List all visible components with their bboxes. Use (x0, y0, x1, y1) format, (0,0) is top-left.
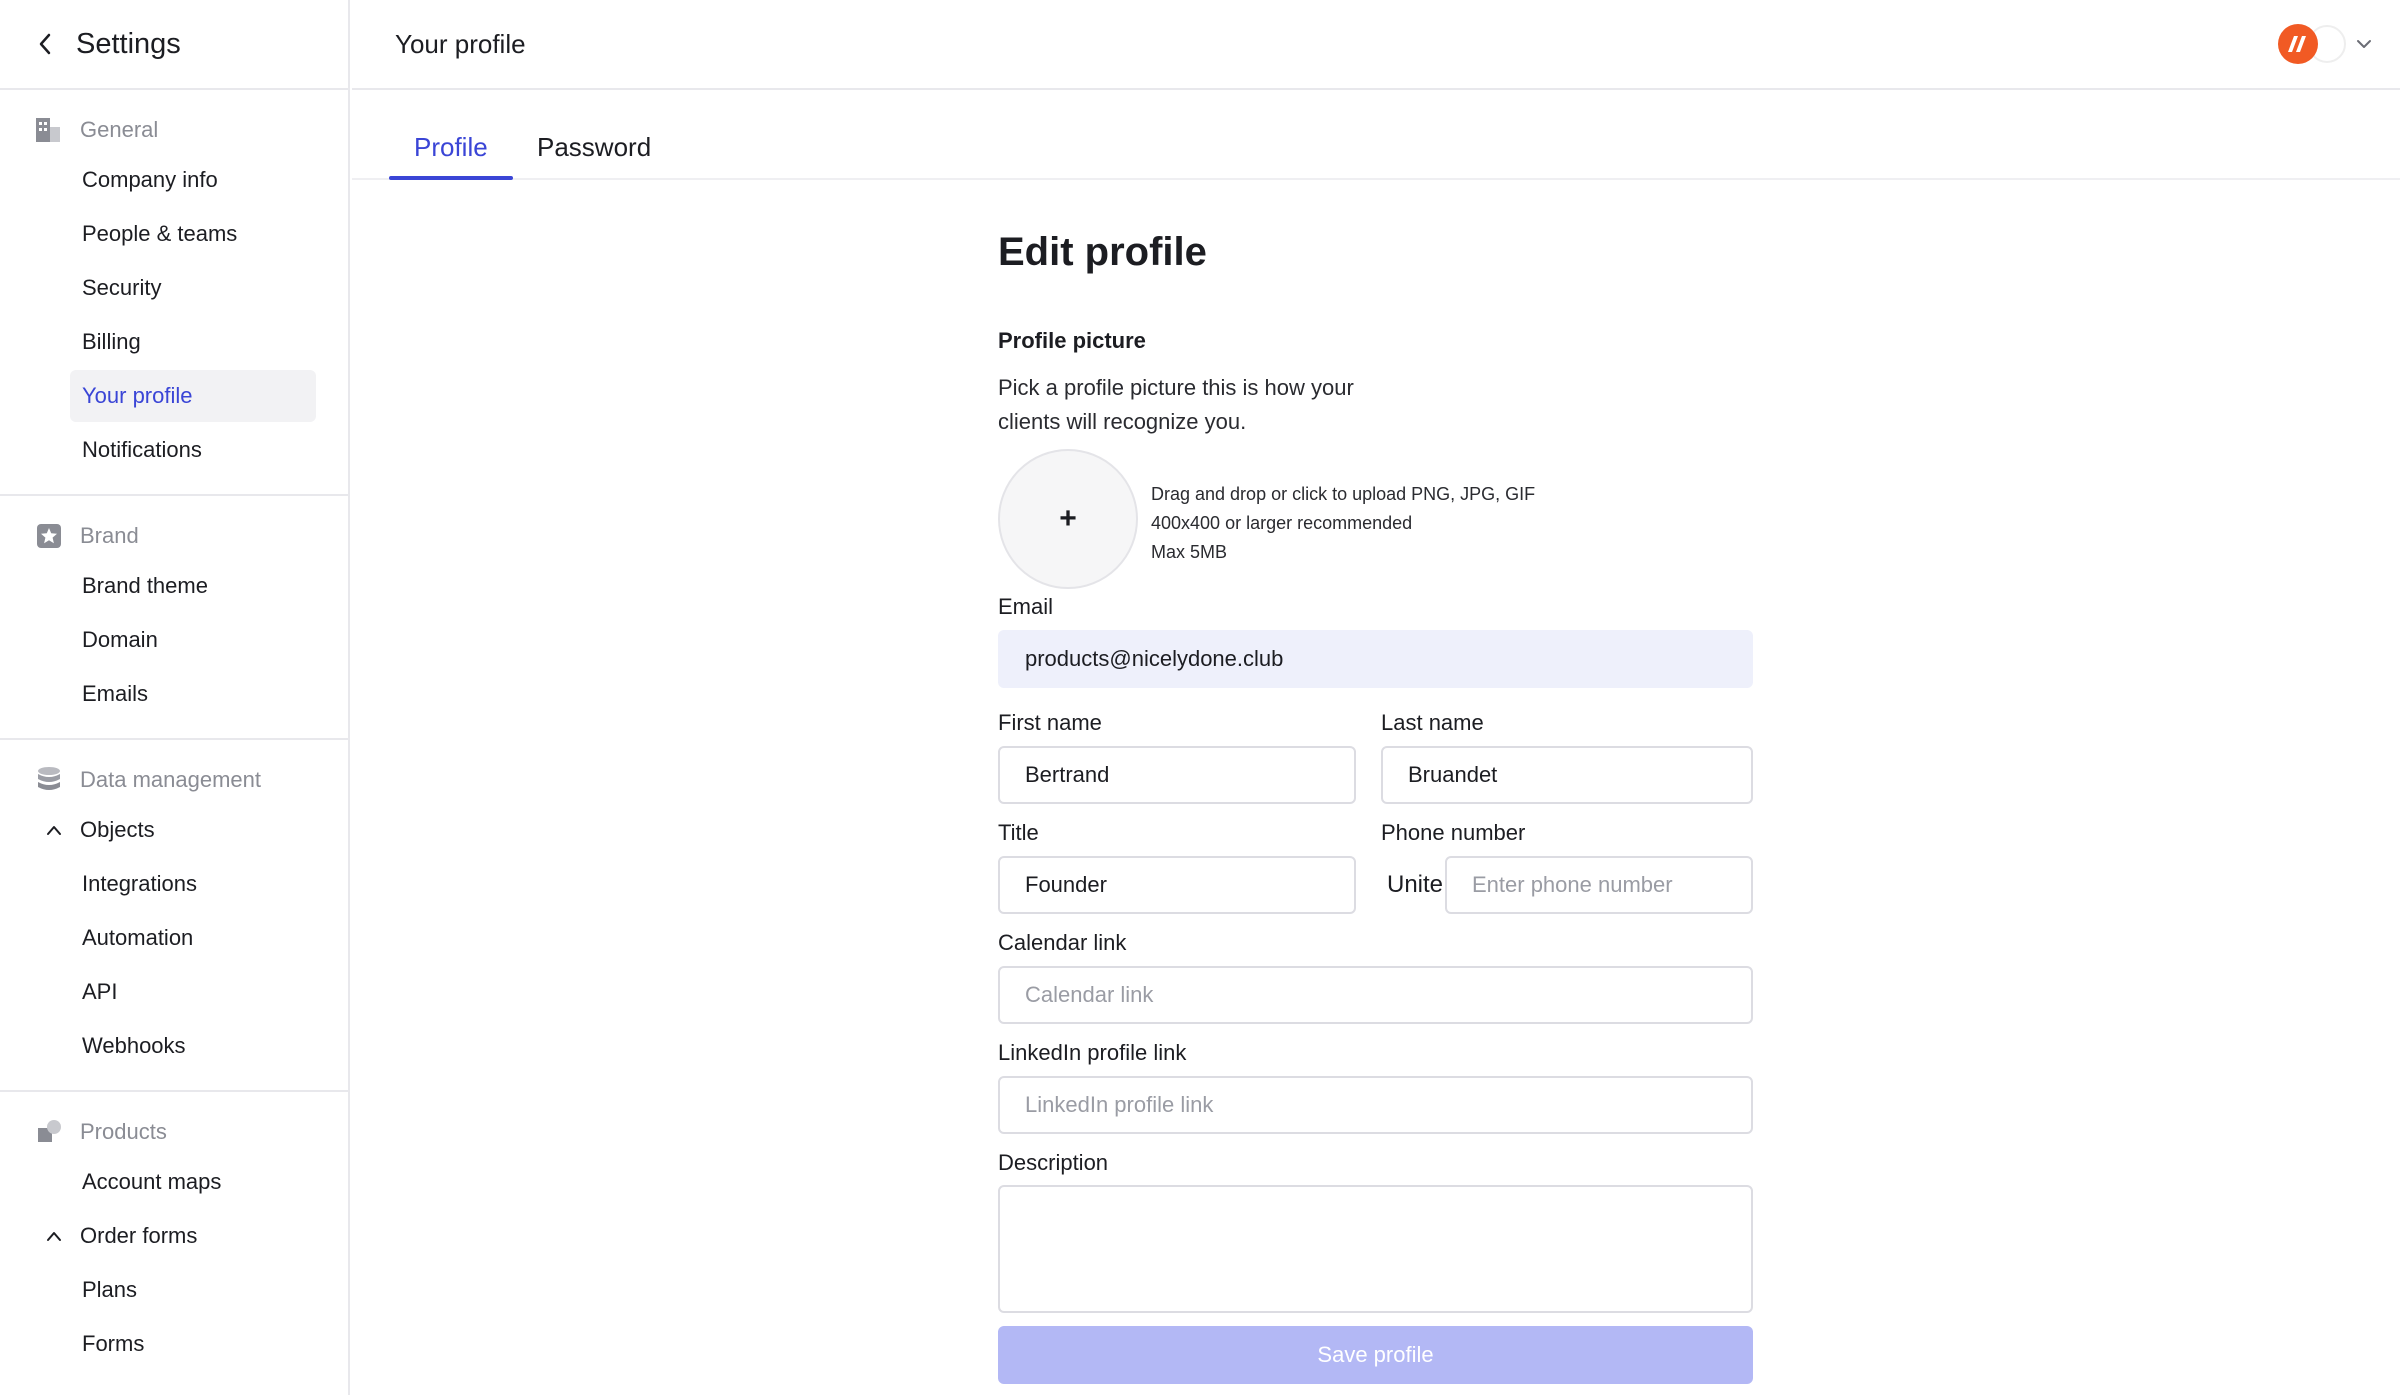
section-header-products: Products (0, 1112, 348, 1152)
plus-icon: + (1059, 502, 1077, 535)
tab-bar: Profile Password (352, 90, 2400, 180)
chevron-down-icon (2352, 32, 2376, 56)
sidebar-item-people-teams[interactable]: People & teams (70, 208, 316, 260)
sidebar-section-general: General Company info People & teams Secu… (0, 90, 348, 496)
title-field[interactable]: Founder (998, 856, 1356, 914)
edit-profile-form: Edit profile Profile picture Pick a prof… (998, 230, 1753, 1384)
company-logo (2278, 24, 2318, 64)
active-tab-indicator (389, 176, 513, 180)
sidebar-item-emails[interactable]: Emails (70, 668, 316, 720)
star-badge-icon (34, 521, 64, 551)
calendar-link-label: Calendar link (998, 930, 1127, 955)
page-title: Your profile (395, 28, 526, 59)
section-header-general: General (0, 110, 348, 150)
sidebar-header: Settings (0, 0, 348, 90)
calendar-link-field[interactable]: Calendar link (998, 966, 1753, 1024)
sidebar-group-label: Objects (80, 817, 155, 842)
last-name-label: Last name (1381, 710, 1484, 735)
user-menu[interactable] (2278, 24, 2376, 64)
building-icon (34, 115, 64, 145)
chevron-left-icon (39, 33, 51, 55)
linkedin-field[interactable]: LinkedIn profile link (998, 1076, 1753, 1134)
chevron-up-icon (40, 1222, 68, 1250)
tab-profile[interactable]: Profile (414, 132, 488, 163)
sidebar-section-data-management: Data management Objects Integrations Aut… (0, 740, 348, 1092)
sidebar-group-order-forms[interactable]: Order forms (40, 1210, 316, 1262)
profile-picture-label: Profile picture (998, 328, 1146, 353)
upload-hint-max: Max 5MB (1151, 542, 1228, 562)
sidebar-group-objects[interactable]: Objects (40, 804, 316, 856)
upload-hints: Drag and drop or click to upload PNG, JP… (1151, 480, 1535, 567)
description-textarea[interactable] (998, 1185, 1753, 1313)
sidebar-section-products: Products Account maps Order forms Plans … (0, 1092, 348, 1388)
sidebar-item-security[interactable]: Security (70, 262, 316, 314)
linkedin-label: LinkedIn profile link (998, 1040, 1187, 1065)
section-label-general: General (80, 117, 159, 142)
sidebar-item-forms[interactable]: Forms (70, 1318, 316, 1370)
sidebar-item-automation[interactable]: Automation (70, 912, 316, 964)
profile-picture-upload[interactable]: + (998, 449, 1138, 589)
topbar: Your profile (352, 0, 2400, 90)
sidebar-item-webhooks[interactable]: Webhooks (70, 1020, 316, 1072)
upload-hint-size: 400x400 or larger recommended (1151, 513, 1413, 533)
section-label-brand: Brand (80, 523, 139, 548)
sidebar-item-plans[interactable]: Plans (70, 1264, 316, 1316)
sidebar-item-billing[interactable]: Billing (70, 316, 316, 368)
chevron-up-icon (40, 816, 68, 844)
save-profile-button[interactable]: Save profile (998, 1326, 1753, 1384)
sidebar-item-integrations[interactable]: Integrations (70, 858, 316, 910)
sidebar-item-company-info[interactable]: Company info (70, 154, 316, 206)
sidebar: Settings General Company info People & t… (0, 0, 350, 1395)
phone-number-field[interactable]: Enter phone number (1445, 856, 1753, 914)
database-icon (34, 765, 64, 795)
sidebar-item-notifications[interactable]: Notifications (70, 424, 316, 476)
section-label-data-management: Data management (80, 767, 261, 792)
section-header-data-management: Data management (0, 760, 348, 800)
phone-label: Phone number (1381, 820, 1526, 845)
sidebar-item-brand-theme[interactable]: Brand theme (70, 560, 316, 612)
country-code-value: United States (1387, 871, 1443, 898)
first-name-field[interactable]: Bertrand (998, 746, 1356, 804)
shapes-icon (34, 1117, 64, 1147)
first-name-label: First name (998, 710, 1102, 735)
sidebar-group-label: Order forms (80, 1223, 198, 1248)
section-header-brand: Brand (0, 516, 348, 556)
tab-password[interactable]: Password (537, 132, 651, 163)
last-name-field[interactable]: Bruandet (1381, 746, 1753, 804)
country-code-select[interactable]: United States (1381, 856, 1443, 914)
email-field[interactable]: products@nicelydone.club (998, 630, 1753, 688)
sidebar-item-your-profile[interactable]: Your profile (70, 370, 316, 422)
sidebar-item-domain[interactable]: Domain (70, 614, 316, 666)
section-label-products: Products (80, 1119, 167, 1144)
sidebar-title: Settings (76, 27, 181, 60)
description-label: Description (998, 1150, 1109, 1175)
profile-picture-description: Pick a profile picture this is how your … (998, 375, 1354, 434)
email-label: Email (998, 594, 1054, 619)
title-label: Title (998, 820, 1039, 845)
back-button[interactable] (30, 29, 60, 59)
sidebar-item-api[interactable]: API (70, 966, 316, 1018)
sidebar-item-account-maps[interactable]: Account maps (70, 1156, 316, 1208)
upload-hint-formats: Drag and drop or click to upload PNG, JP… (1151, 484, 1536, 504)
sidebar-section-brand: Brand Brand theme Domain Emails (0, 496, 348, 740)
form-title: Edit profile (998, 230, 1207, 274)
